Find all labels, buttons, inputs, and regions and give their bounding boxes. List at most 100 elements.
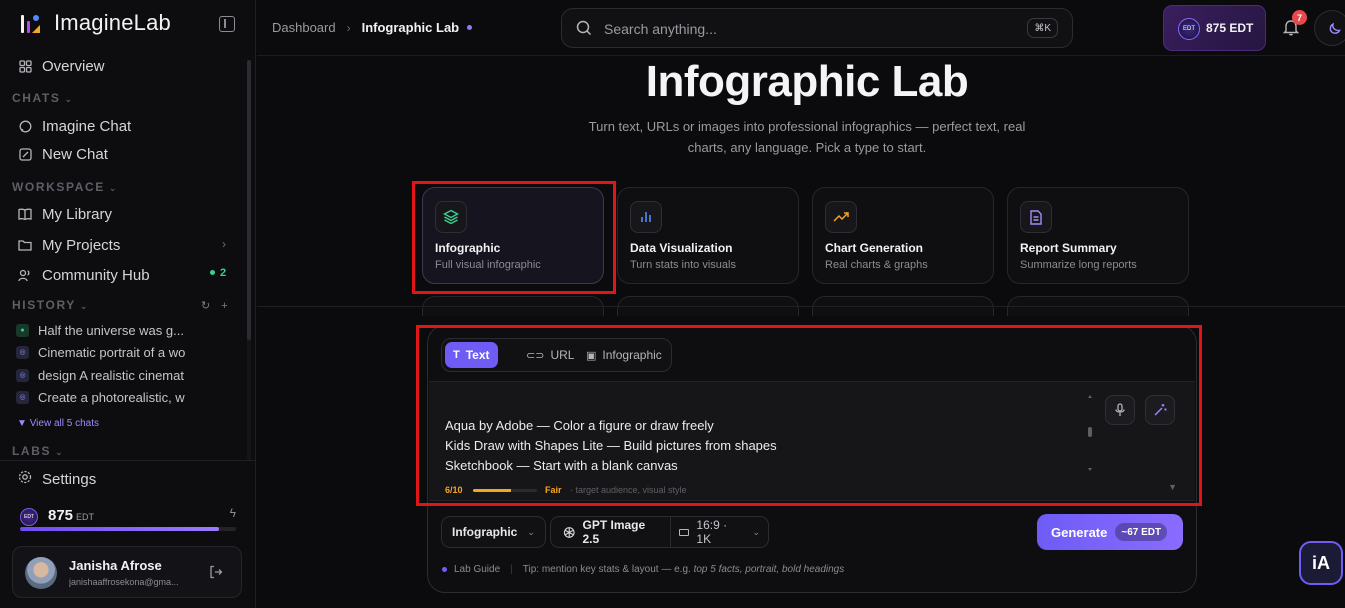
lab-guide-row: Lab Guide | Tip: mention key stats & lay… [442,564,844,575]
model-select[interactable]: GPT Image 2.5 [551,517,671,547]
chevron-right-icon: › [222,237,226,251]
credit-bar [20,527,236,531]
breadcrumb-dashboard[interactable]: Dashboard [272,20,336,35]
prompt-line: Kids Draw with Shapes Lite — Build pictu… [445,438,777,453]
section-chats[interactable]: CHATS ⌄ [12,91,72,105]
section-history[interactable]: HISTORY ⌄ [12,298,87,312]
tab-infographic[interactable]: ▣ Infographic [578,342,670,368]
model-value: GPT Image 2.5 [582,518,646,546]
section-labs[interactable]: LABS ⌄ [12,444,63,458]
sidebar-scrollbar-thumb[interactable] [247,60,251,340]
type-card-title: Chart Generation [825,241,924,255]
type-card-infographic[interactable]: Infographic Full visual infographic [422,187,604,284]
image-icon: ▣ [586,349,597,362]
section-divider [257,306,1345,307]
users-icon [18,268,32,282]
credit-bar-fill [20,527,219,531]
prompt-score-bar [473,489,537,492]
history-item[interactable]: ◎ Create a photorealistic, w [16,387,192,407]
image-history-icon: ◎ [16,390,29,404]
edt-balance-button[interactable]: EDT 875 EDT [1163,5,1266,51]
layers-icon [435,201,467,233]
history-item[interactable]: ◎ Cinematic portrait of a wo [16,342,192,362]
page-title: Infographic Lab [645,57,969,106]
view-all-chats-link[interactable]: ▼ View all 5 chats [17,418,99,429]
image-history-icon: ◎ [16,368,29,382]
book-icon [18,207,32,221]
prompt-composer: T Text ⊂⊃ URL ▣ Infographic Aqua by Adobe —… [427,325,1197,593]
generate-button[interactable]: Generate ~67 EDT [1037,514,1183,550]
document-icon [1020,201,1052,233]
history-item[interactable]: ● Half the universe was g... [16,320,192,340]
search-icon [576,20,592,36]
sidebar-item-label: Community Hub [42,266,150,284]
type-select[interactable]: Infographic ⌄ [441,516,546,548]
prompt-line: Sketchbook — Start with a blank canvas [445,458,678,473]
sidebar-item-overview[interactable]: Overview [18,54,105,78]
chevron-down-icon: ⌄ [55,447,63,457]
history-refresh-icon[interactable]: ↻ [201,300,210,312]
topbar: Dashboard › Infographic Lab ⌘K EDT 875 E… [257,0,1345,56]
sidebar-item-new-chat[interactable]: New Chat [18,142,108,166]
lab-guide-link[interactable]: Lab Guide [454,564,500,575]
tip-example: top 5 facts, portrait, bold headings [693,564,845,575]
type-card-chart-generation[interactable]: Chart Generation Real charts & graphs [812,187,994,284]
chat-history-icon: ● [16,323,29,337]
history-tools: ↻ + [201,299,228,312]
sidebar-item-settings[interactable]: Settings [18,470,96,488]
sidebar-item-label: Imagine Chat [42,117,132,135]
section-labs-label: LABS [12,444,52,458]
ratio-select[interactable]: 16:9 · 1K ⌄ [671,517,768,547]
sidebar-item-label: My Library [42,205,113,223]
edt-coin-icon: EDT [20,508,38,526]
type-card-title: Infographic [435,241,501,255]
section-workspace[interactable]: WORKSPACE ⌄ [12,180,116,194]
sidebar-collapse-icon[interactable] [219,16,235,32]
chevron-right-icon: › [346,20,351,35]
sidebar-divider [0,460,256,461]
breadcrumb-current: Infographic Lab [361,20,460,35]
status-dot-icon [467,25,473,30]
tab-url[interactable]: ⊂⊃ URL [518,342,582,368]
type-card-subtitle: Summarize long reports [1020,259,1137,271]
history-add-icon[interactable]: + [221,300,227,312]
credits-widget[interactable]: EDT 875 EDT ϟ [20,506,236,536]
sidebar-item-my-projects[interactable]: My Projects › [18,233,236,257]
sidebar-item-community-hub[interactable]: Community Hub 2 [18,263,236,287]
logo-row: ImagineLab [0,0,256,48]
model-ratio-group: GPT Image 2.5 16:9 · 1K ⌄ [550,516,769,548]
sidebar-item-my-library[interactable]: My Library [18,202,112,226]
aspect-ratio-icon [678,528,690,536]
user-name: Janisha Afrose [69,558,162,573]
edt-balance: 875 EDT [1206,21,1254,35]
type-card-report-summary[interactable]: Report Summary Summarize long reports [1007,187,1189,284]
sidebar-item-imagine-chat[interactable]: Imagine Chat [18,114,131,138]
user-card[interactable]: Janisha Afrose janishaaffrosekona@gma... [12,546,242,598]
theme-toggle-button[interactable] [1314,10,1345,46]
view-all-label: View all 5 chats [29,418,99,429]
ratio-value: 16:9 · 1K [696,518,728,546]
history-item[interactable]: ◎ design A realistic cinemat [16,365,192,385]
assistant-fab-button[interactable]: iA [1299,541,1343,585]
grid-icon [18,59,32,73]
guide-dot-icon [442,567,447,572]
history-item-label: Create a photorealistic, w [38,389,185,405]
generate-label: Generate [1051,524,1108,540]
logout-icon[interactable] [209,565,223,579]
search-input[interactable] [604,19,1004,39]
tab-text[interactable]: T Text [445,342,498,368]
expand-caret-icon[interactable]: ▼ [1168,482,1177,492]
prompt-line: Aqua by Adobe — Color a figure or draw f… [445,418,714,433]
triangle-down-icon: ▼ [17,418,30,429]
enhance-prompt-button[interactable] [1145,395,1175,425]
moon-icon [1329,22,1341,34]
voice-input-button[interactable] [1105,395,1135,425]
type-card-data-visualization[interactable]: Data Visualization Turn stats into visua… [617,187,799,284]
imaginelab-logo-icon [21,15,40,33]
notification-badge: 7 [1292,10,1307,25]
search-box[interactable]: ⌘K [561,8,1073,48]
editor-scrollbar[interactable] [1088,395,1092,471]
main-content: Infographic Lab Turn text, URLs or image… [257,57,1345,608]
prompt-textarea[interactable]: Aqua by Adobe — Color a figure or draw f… [429,381,1195,501]
tab-label: Text [465,348,490,362]
